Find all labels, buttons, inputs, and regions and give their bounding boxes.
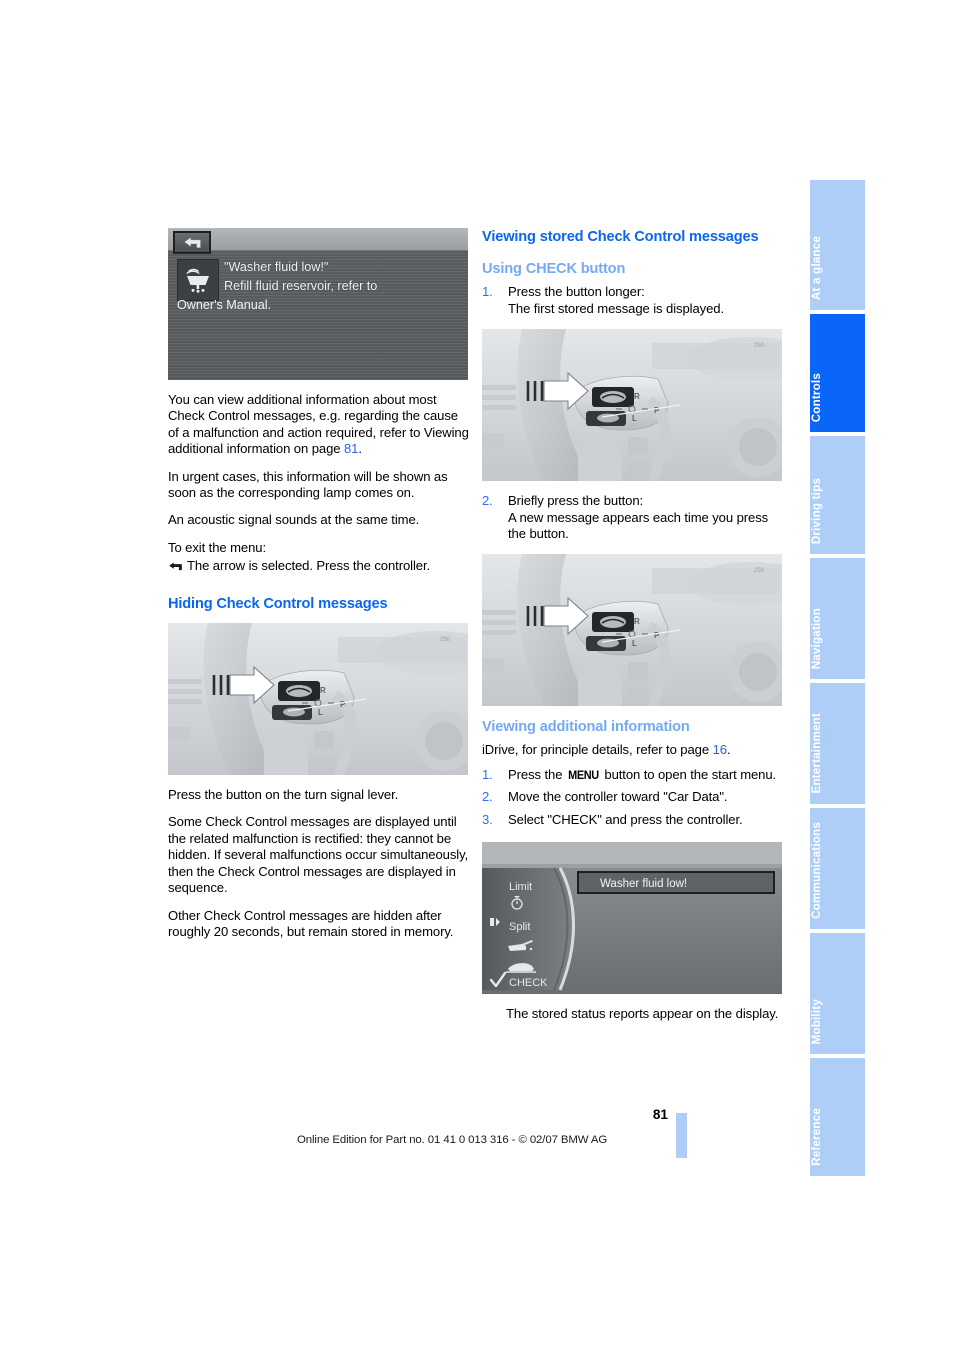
list-item: 1. Press the MENU button to open the sta… [482,767,786,783]
paragraph-some-messages: Some Check Control messages are displaye… [168,814,469,896]
list-item: 2. Move the controller toward "Car Data"… [482,789,786,805]
step-number: 1. [482,766,493,782]
svg-text:L: L [318,708,323,717]
paragraph-period: . [358,441,362,457]
cc-message-line3: Owner's Manual. [177,298,272,312]
right-column: Viewing stored Check Control messages Us… [482,228,786,1033]
sidebar-item-label: Mobility [810,998,823,1044]
figure-turn-signal-lever-right-2: 250 R L P [482,554,782,707]
paragraph-stored-status-reports: The stored status reports appear on the … [506,1006,779,1022]
footer-copyright: Online Edition for Part no. 01 41 0 013 … [297,1134,608,1146]
paragraph-acoustic-signal: An acoustic signal sounds at the same ti… [168,512,420,528]
sidebar-item-label: Controls [810,372,823,422]
step-line2: A new message appears each time you pres… [508,509,769,542]
svg-text:250: 250 [754,568,765,574]
figure-turn-signal-lever-right-1: 250 R L P [482,329,782,482]
sidebar-item-label: At a glance [810,235,823,300]
step-number: 3. [482,811,493,827]
step-text-pre: Press the [508,766,566,782]
sidebar-item-at-a-glance[interactable]: At a glance [810,180,865,310]
step-line2: The first stored message is displayed. [508,300,724,316]
idrive-title-bar [168,228,468,251]
svg-text:R: R [320,686,326,695]
steps-check-button-1: 1. Press the button longer: The first st… [482,284,786,317]
cc-message-line1: "Washer fluid low!" [224,260,329,274]
arrow-selected-text: The arrow is selected. Press the control… [187,558,431,574]
heading-hiding-check-control: Hiding Check Control messages [168,595,388,612]
subheading-viewing-additional: Viewing additional information [482,719,690,736]
paragraph-additional-info: You can view additional information abou… [168,392,472,458]
section-tabs: At a glance Controls Driving tips Naviga… [810,180,865,1180]
svg-text:P: P [654,631,660,640]
svg-text:L: L [632,414,637,423]
svg-text:L: L [632,639,637,648]
figure-check-control-message: "Washer fluid low!" Refill fluid reservo… [168,228,468,380]
washer-fluid-icon [177,259,219,301]
svg-text:R: R [634,392,640,401]
step-line1: Press the button longer: [508,284,645,300]
step-text-pre: Move the controller toward "Car Data". [508,789,728,805]
sidebar-item-label: Navigation [810,607,823,669]
sidebar-item-driving-tips[interactable]: Driving tips [810,436,865,554]
menu-button-key: MENU [568,767,599,782]
page-number-bar [676,1113,687,1158]
sidebar-item-navigation[interactable]: Navigation [810,558,865,679]
step-line1: Briefly press the button: [508,493,644,509]
svg-text:R: R [634,617,640,626]
idrive-intro-pre: iDrive, for principle details, refer to … [482,742,713,758]
cc-message-line2: Refill fluid reservoir, refer to [224,279,378,293]
sidebar-item-label: Driving tips [810,477,823,544]
sidebar-item-entertainment[interactable]: Entertainment [810,683,865,804]
step-text-post: button to open the start menu. [600,766,777,782]
sidebar-item-label: Entertainment [810,713,823,794]
sidebar-item-reference[interactable]: Reference [810,1058,865,1176]
step-text-pre: Select "CHECK" and press the controller. [508,811,743,827]
sidebar-item-communications[interactable]: Communications [810,808,865,929]
step-number: 1. [482,284,493,300]
paragraph-urgent-cases: In urgent cases, this information will b… [168,468,448,501]
steps-check-button-2: 2. Briefly press the button: A new messa… [482,493,786,542]
subheading-using-check-button: Using CHECK button [482,261,626,278]
paragraph-press-button-lever: Press the button on the turn signal leve… [168,787,399,803]
list-item: 1. Press the button longer: The first st… [482,284,786,317]
svg-text:250: 250 [440,637,451,643]
paragraph-arrow-selected: The arrow is selected. Press the control… [168,558,472,576]
paragraph-idrive-intro: iDrive, for principle details, refer to … [482,742,786,758]
list-item: 3. Select "CHECK" and press the controll… [482,812,786,828]
paragraph-text: You can view additional information abou… [168,392,469,457]
heading-viewing-stored: Viewing stored Check Control messages [482,229,759,245]
steps-viewing-additional: 1. Press the MENU button to open the sta… [482,767,786,828]
paragraph-exit-menu: To exit the menu: [168,539,267,555]
figure-turn-signal-lever-left: 250 R L P [168,623,468,776]
manual-page: "Washer fluid low!" Refill fluid reservo… [0,0,954,1351]
back-arrow-icon[interactable] [173,231,211,254]
idrive-intro-post: . [726,742,731,758]
svg-text:250: 250 [754,343,765,349]
sidebar-item-label: Reference [810,1108,823,1166]
sidebar-item-mobility[interactable]: Mobility [810,933,865,1054]
figure-idrive-check-menu: Washer fluid low! Limit Split CHECK [482,842,782,995]
page-reference-link[interactable]: 81 [344,441,358,456]
step-number: 2. [482,789,493,805]
paragraph-other-messages: Other Check Control messages are hidden … [168,907,454,939]
page-number: 81 [652,1107,668,1122]
left-column: "Washer fluid low!" Refill fluid reservo… [168,228,472,951]
svg-text:P: P [654,406,660,415]
step-number: 2. [482,493,493,509]
list-item: 2. Briefly press the button: A new messa… [482,493,786,542]
back-arrow-icon [168,560,183,576]
svg-text:P: P [340,700,346,709]
page-reference-link[interactable]: 16 [713,742,727,757]
sidebar-item-label: Communications [810,822,823,919]
sidebar-item-controls[interactable]: Controls [810,314,865,432]
